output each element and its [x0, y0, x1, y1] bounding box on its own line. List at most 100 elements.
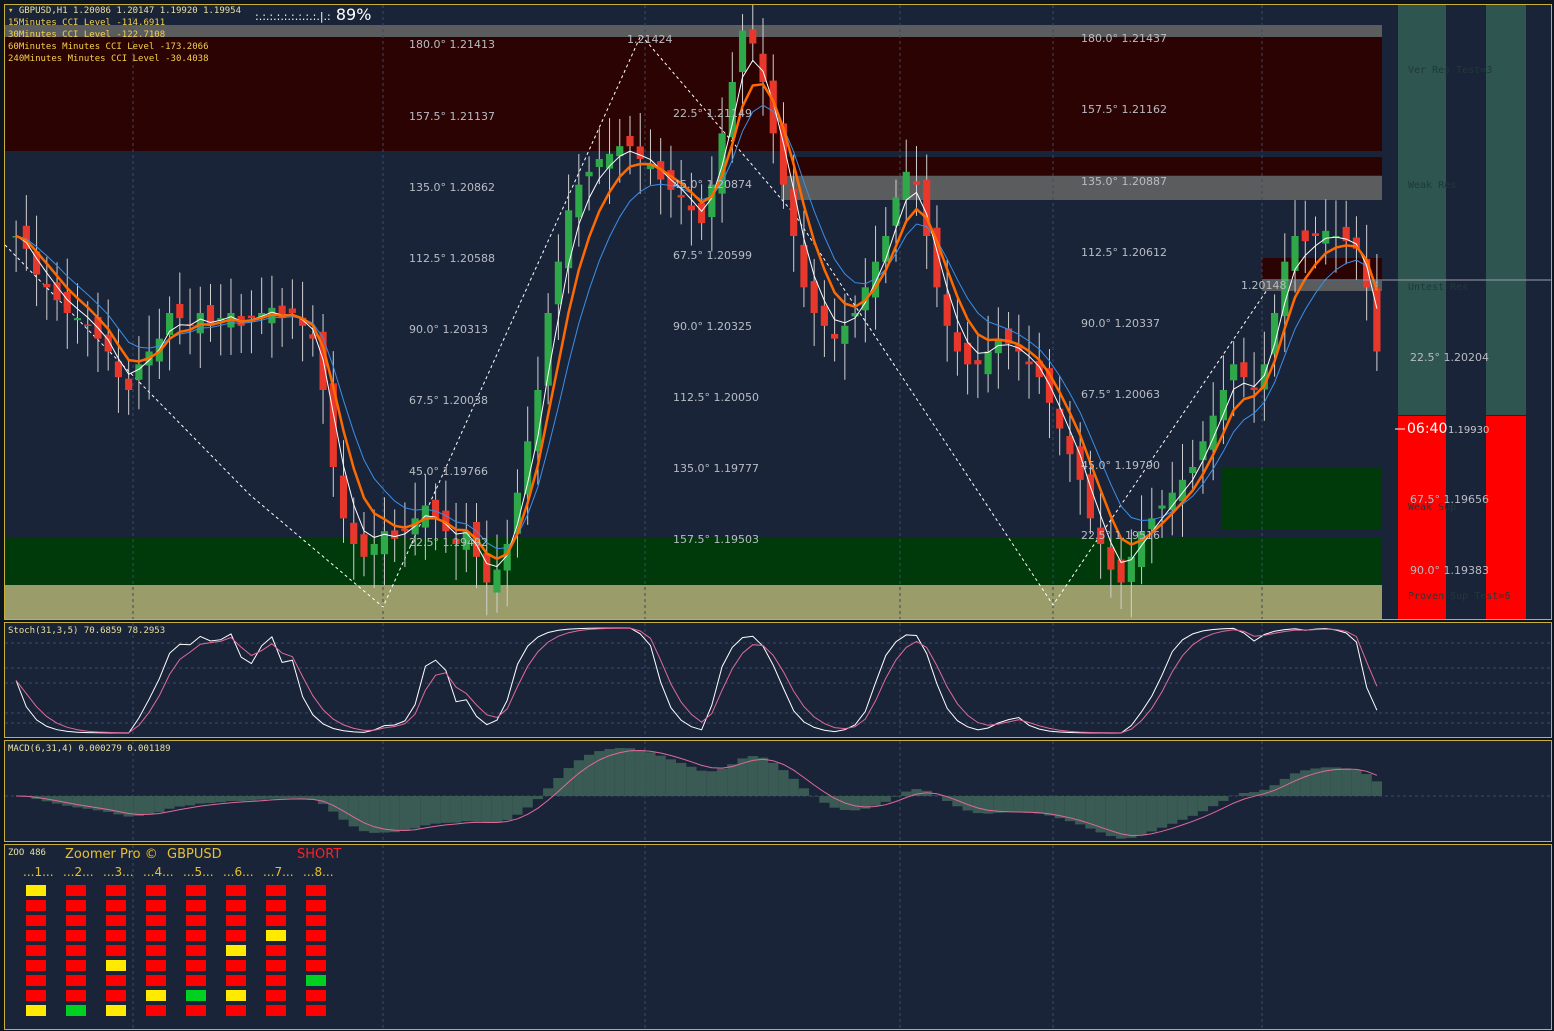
macd-chart	[5, 741, 1551, 841]
bull-candle	[370, 544, 378, 555]
level-label: 90.0° 1.20313	[409, 323, 488, 336]
zoo-signal-cell-red	[66, 990, 86, 1001]
macd-bar	[287, 796, 298, 799]
progress-dots: :.:.:.:.:.:.:.:.:.|.:	[255, 10, 331, 23]
support-zone-weak	[1222, 468, 1382, 530]
zoo-signal-cell-red	[186, 975, 206, 986]
bear-candle	[432, 499, 440, 519]
zoo-signal-cell-red	[66, 915, 86, 926]
zoo-signal-cell-red	[26, 945, 46, 956]
bull-candle	[1199, 441, 1207, 461]
macd-bar	[246, 796, 257, 801]
macd-bar	[461, 796, 472, 822]
macd-bar	[481, 796, 492, 823]
level-label: 45.0° 1.19790	[1081, 459, 1160, 472]
bull-candle	[984, 351, 992, 375]
macd-histogram	[21, 748, 1382, 839]
chevron-down-icon[interactable]: ▾	[8, 6, 13, 16]
macd-bar	[952, 796, 963, 807]
zoo-signal-cell-red	[306, 960, 326, 971]
zoo-signal-cell-red	[146, 960, 166, 971]
macd-bar	[1105, 796, 1116, 837]
price-tag: 1.19930	[1448, 425, 1489, 436]
bear-candle	[1240, 362, 1248, 378]
price-chart: 180.0° 1.21413 157.5° 1.21137 135.0° 1.2…	[5, 5, 1551, 619]
macd-pane[interactable]: MACD(6,31,4) 0.000279 0.001189	[4, 740, 1552, 842]
zoo-id: ZOO 486	[8, 848, 46, 858]
zoo-signal-cell-red	[266, 885, 286, 896]
bear-candle	[84, 324, 92, 326]
zoo-signal-cell-red	[226, 975, 246, 986]
zoo-title: Zoomer Pro ©	[65, 847, 158, 862]
macd-bar	[1330, 767, 1342, 796]
zoo-column-label: ...1...	[23, 865, 54, 879]
bear-candle	[53, 282, 61, 301]
macd-bar	[491, 796, 503, 823]
macd-bar	[62, 796, 73, 806]
macd-bar	[236, 796, 247, 802]
zoo-signal-cell-red	[146, 1005, 166, 1016]
bear-candle	[1025, 361, 1033, 365]
macd-bar	[1187, 796, 1198, 816]
macd-bar	[420, 796, 431, 826]
stochastic-chart	[5, 623, 1551, 737]
macd-bar	[901, 791, 912, 796]
macd-bar	[614, 748, 625, 796]
cci-line: 30Minutes CCI Level -122.7108	[8, 30, 166, 40]
level-label: 22.5° 1.19492	[409, 536, 488, 549]
zoo-signal-cell-red	[106, 945, 126, 956]
price-chart-pane[interactable]: 180.0° 1.21413 157.5° 1.21137 135.0° 1.2…	[4, 4, 1552, 620]
zoo-signal-cell-red	[66, 975, 86, 986]
zoo-signal-cell-red	[146, 930, 166, 941]
macd-bar	[553, 778, 564, 796]
zoo-signal-cell-red	[306, 885, 326, 896]
macd-bar	[1197, 796, 1209, 812]
level-label: 45.0° 1.19766	[409, 465, 488, 478]
macd-bar	[1289, 773, 1301, 796]
level-label: 157.5° 1.21162	[1081, 103, 1167, 116]
zoo-signal-cell-red	[266, 945, 286, 956]
macd-bar	[338, 796, 349, 820]
zoo-column-label: ...3...	[103, 865, 134, 879]
zoo-signal-cell-red	[66, 930, 86, 941]
bear-candle	[687, 205, 695, 211]
bull-candle	[73, 318, 82, 321]
zone-label-untest-res: Untest Res	[1408, 282, 1468, 293]
zoo-signal-cell-red	[106, 990, 126, 1001]
bear-candle	[1250, 387, 1258, 390]
zoo-signal-cell-red	[306, 900, 326, 911]
macd-bar	[348, 796, 359, 827]
level-label: 1.21424	[627, 33, 673, 46]
macd-bar	[594, 751, 605, 796]
stochastic-pane[interactable]: Stoch(31,3,5) 70.6859 78.2953	[4, 622, 1552, 738]
bull-candle	[493, 569, 501, 593]
bear-candle	[288, 308, 296, 313]
zoo-signal-cell-red	[306, 990, 326, 1001]
zoo-signal-cell-red	[186, 930, 206, 941]
macd-bar	[144, 796, 155, 815]
bear-candle	[176, 303, 184, 319]
bear-candle	[1311, 233, 1320, 236]
support-zone-proven-edge	[5, 585, 1382, 619]
zoomer-pane[interactable]: ZOO 486 Zoomer Pro © GBPUSD SHORT ...1..…	[4, 844, 1552, 1030]
level-label: 90.0° 1.20337	[1081, 317, 1160, 330]
zoo-column-label: ...6...	[223, 865, 254, 879]
zoo-signal-cell-red	[26, 915, 46, 926]
level-label: 180.0° 1.21413	[409, 38, 495, 51]
macd-bar	[706, 771, 717, 796]
bull-candle	[595, 159, 603, 168]
macd-bar	[1126, 796, 1137, 838]
bull-candle	[738, 30, 747, 73]
macd-bar	[686, 766, 697, 796]
macd-bar	[819, 796, 830, 803]
zoo-signal-cell-green	[306, 975, 326, 986]
level-label: 45.0° 1.20874	[673, 178, 752, 191]
bull-candle	[585, 171, 593, 177]
macd-bar	[727, 764, 738, 796]
cci-line: 60Minutes Minutes CCI Level -173.2066	[8, 42, 209, 52]
macd-bar	[133, 796, 145, 816]
level-label: 180.0° 1.21437	[1081, 32, 1167, 45]
macd-bar	[1023, 796, 1035, 813]
zoo-signal-cell-yellow	[106, 1005, 126, 1016]
macd-bar	[573, 760, 584, 796]
